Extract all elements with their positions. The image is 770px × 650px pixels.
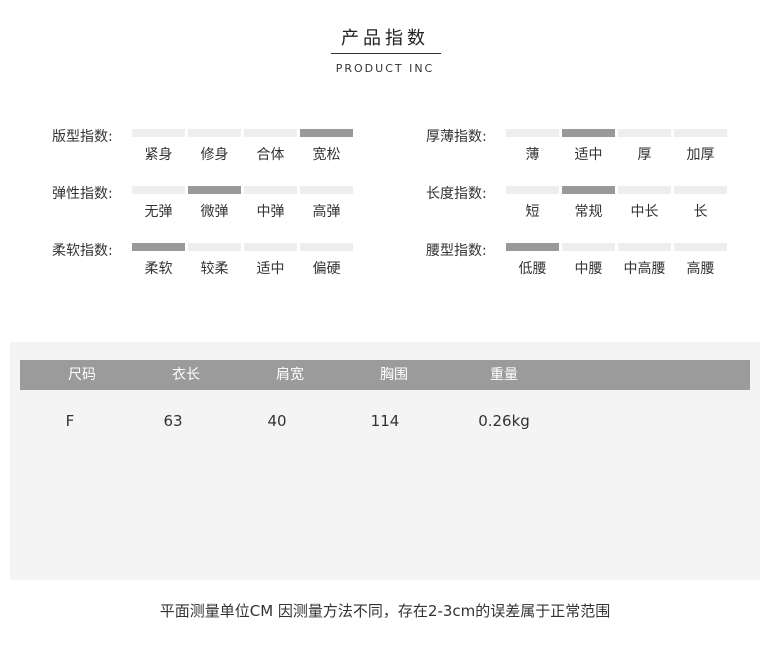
cell-weight: 0.26kg [478, 412, 530, 430]
index-segment [132, 243, 185, 251]
index-segment [188, 243, 241, 251]
section-subtitle: PRODUCT INC [335, 62, 435, 75]
index-segment [244, 129, 297, 137]
index-segment [132, 186, 185, 194]
index-option-label: 薄 [525, 147, 540, 163]
measurement-note: 平面测量单位CM 因测量方法不同，存在2-3cm的误差属于正常范围 [159, 602, 611, 620]
index-segment [618, 129, 671, 137]
index-label: 柔软指数: [52, 243, 113, 259]
index-option-label: 低腰 [518, 261, 547, 277]
title-divider [331, 53, 441, 54]
index-segment [562, 186, 615, 194]
index-segment [132, 129, 185, 137]
cell-chest: 114 [370, 412, 400, 430]
index-segment [674, 186, 727, 194]
index-segment [188, 129, 241, 137]
size-table-panel: 尺码 衣长 肩宽 胸围 重量 F 63 40 114 0.26kg [10, 342, 760, 580]
index-segment [300, 243, 353, 251]
index-option-label: 中腰 [574, 261, 603, 277]
header-length: 衣长 [172, 367, 200, 383]
index-option-label: 宽松 [312, 147, 341, 163]
index-option-label: 紧身 [144, 147, 173, 163]
index-option-label: 加厚 [686, 147, 715, 163]
index-segment [506, 186, 559, 194]
index-option-label: 高弹 [312, 204, 341, 220]
index-option-label: 中高腰 [623, 261, 666, 277]
index-option-label: 中长 [630, 204, 659, 220]
index-segment [674, 129, 727, 137]
index-segment [674, 243, 727, 251]
index-segment [562, 129, 615, 137]
index-option-label: 长 [693, 204, 708, 220]
index-label: 版型指数: [52, 129, 113, 145]
index-segment [300, 129, 353, 137]
index-option-label: 短 [525, 204, 540, 220]
index-segment [244, 243, 297, 251]
index-option-label: 合体 [256, 147, 285, 163]
index-option-label: 修身 [200, 147, 229, 163]
section-title: 产品指数 [341, 28, 429, 49]
cell-size: F [65, 412, 75, 430]
index-option-label: 中弹 [256, 204, 285, 220]
index-segment [618, 186, 671, 194]
index-segment [300, 186, 353, 194]
index-option-label: 微弹 [200, 204, 229, 220]
header-chest: 胸围 [380, 367, 408, 383]
header-shoulder: 肩宽 [276, 367, 304, 383]
product-index-page: 产品指数 PRODUCT INC 版型指数: 紧身 修身 合体 宽松 弹性指数: 无弹 微弹中… [0, 0, 770, 650]
index-option-label: 偏硬 [312, 261, 341, 277]
index-label: 弹性指数: [52, 186, 113, 202]
size-table-header: 尺码 衣长 肩宽 胸围 重量 [20, 360, 750, 390]
header-size: 尺码 [68, 367, 96, 383]
index-option-label: 厚 [637, 147, 652, 163]
index-segment [618, 243, 671, 251]
index-option-label: 柔软 [144, 261, 173, 277]
cell-shoulder: 40 [267, 412, 287, 430]
index-segment [562, 243, 615, 251]
index-option-label: 无弹 [144, 204, 173, 220]
index-segment [244, 186, 297, 194]
index-segment [506, 243, 559, 251]
index-label: 腰型指数: [426, 243, 487, 259]
index-label: 长度指数: [426, 186, 487, 202]
index-option-label: 高腰 [686, 261, 715, 277]
index-option-label: 适中 [256, 261, 285, 277]
index-segment [188, 186, 241, 194]
index-option-label: 较柔 [200, 261, 229, 277]
cell-length: 63 [163, 412, 183, 430]
index-option-label: 适中 [574, 147, 603, 163]
index-segment [506, 129, 559, 137]
index-label: 厚薄指数: [426, 129, 487, 145]
header-weight: 重量 [490, 367, 518, 383]
index-option-label: 常规 [574, 204, 603, 220]
